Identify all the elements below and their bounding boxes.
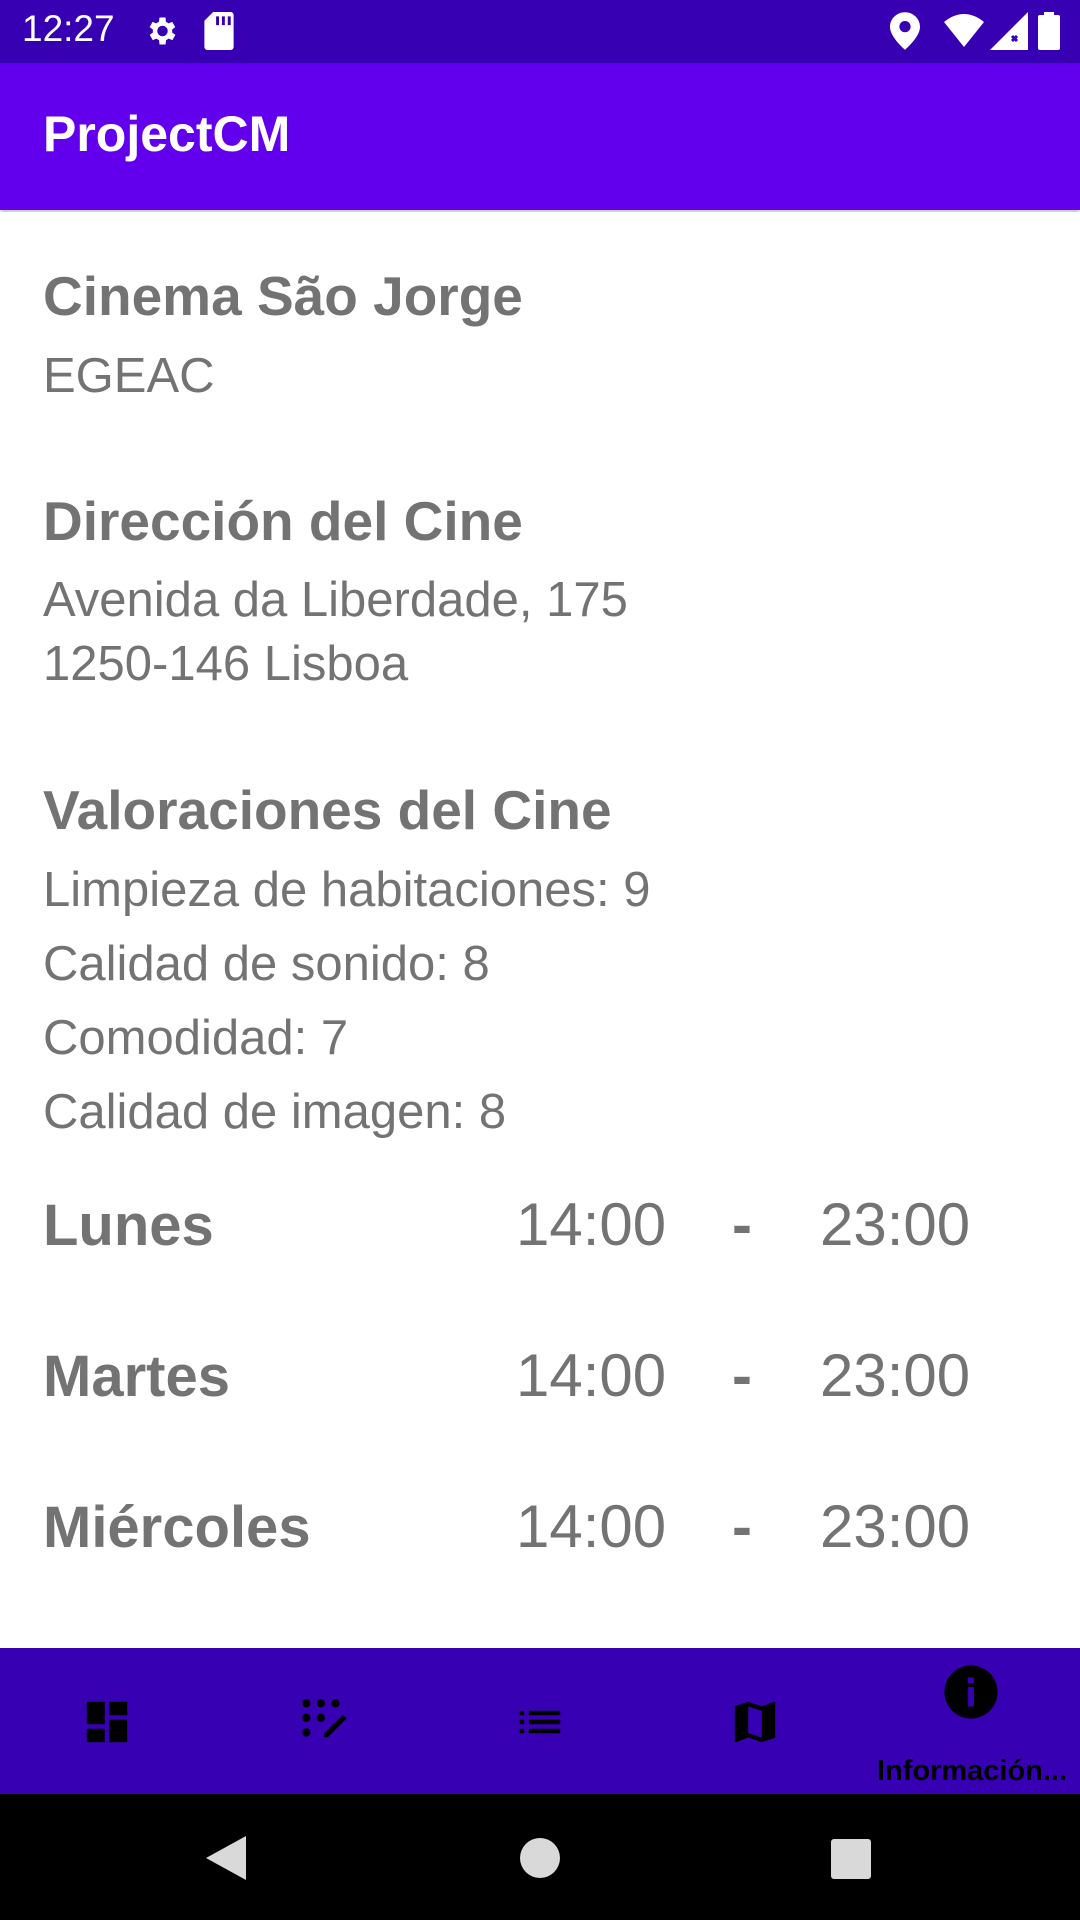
schedule-open-time: 14:00 — [516, 1342, 667, 1409]
rating-comfort: Comodidad: 7 — [43, 1011, 349, 1065]
app-title: ProjectCM — [43, 106, 291, 162]
rating-image: Calidad de imagen: 8 — [43, 1085, 507, 1139]
back-icon[interactable] — [206, 1836, 246, 1880]
list-icon — [519, 1710, 561, 1734]
nav-item-dashboard[interactable] — [0, 1648, 216, 1794]
schedule-day: Martes — [43, 1344, 230, 1409]
ratings-heading: Valoraciones del Cine — [43, 779, 612, 841]
schedule-separator: - — [732, 1342, 752, 1409]
nav-item-information[interactable]: Información... — [864, 1648, 1080, 1794]
nav-item-map[interactable] — [648, 1648, 864, 1794]
schedule-open-time: 14:00 — [516, 1493, 667, 1560]
schedule-open-time: 14:00 — [516, 1191, 667, 1258]
system-navigation-bar — [0, 1794, 1080, 1920]
address-heading: Dirección del Cine — [43, 490, 523, 552]
location-icon — [890, 12, 920, 50]
schedule-day: Lunes — [43, 1193, 214, 1258]
schedule-close-time: 23:00 — [820, 1493, 971, 1560]
dialpad-edit-icon — [302, 1699, 347, 1738]
gear-icon — [143, 12, 179, 50]
status-time: 12:27 — [22, 8, 115, 49]
dashboard-icon — [86, 1701, 128, 1743]
map-icon — [734, 1701, 776, 1743]
rating-cleanliness: Limpieza de habitaciones: 9 — [43, 863, 651, 917]
app-bar: ProjectCM — [0, 63, 1080, 210]
battery-icon — [1038, 12, 1060, 50]
address-line-2: 1250-146 Lisboa — [43, 637, 409, 691]
schedule-day: Miércoles — [43, 1495, 311, 1560]
schedule-close-time: 23:00 — [820, 1342, 971, 1409]
schedule-close-time: 23:00 — [820, 1191, 971, 1258]
wifi-icon — [944, 12, 984, 48]
cinema-info-content[interactable]: Cinema São Jorge EGEAC Dirección del Cin… — [0, 212, 1080, 1648]
nav-item-list[interactable] — [432, 1648, 648, 1794]
cinema-operator: EGEAC — [43, 349, 215, 403]
nav-item-dialpad[interactable] — [216, 1648, 432, 1794]
schedule-separator: - — [732, 1493, 752, 1560]
schedule-separator: - — [732, 1191, 752, 1258]
signal-icon — [990, 12, 1028, 50]
bottom-navigation: Información... — [0, 1648, 1080, 1794]
rating-sound: Calidad de sonido: 8 — [43, 937, 490, 991]
address-line-1: Avenida da Liberdade, 175 — [43, 573, 628, 627]
cinema-name: Cinema São Jorge — [43, 265, 523, 327]
nav-label-information: Información... — [876, 1755, 1068, 1787]
sd-card-icon — [204, 12, 234, 50]
recents-icon[interactable] — [831, 1839, 871, 1879]
info-icon — [944, 1665, 998, 1719]
home-icon[interactable] — [520, 1838, 560, 1878]
status-bar: 12:27 — [0, 0, 1080, 63]
